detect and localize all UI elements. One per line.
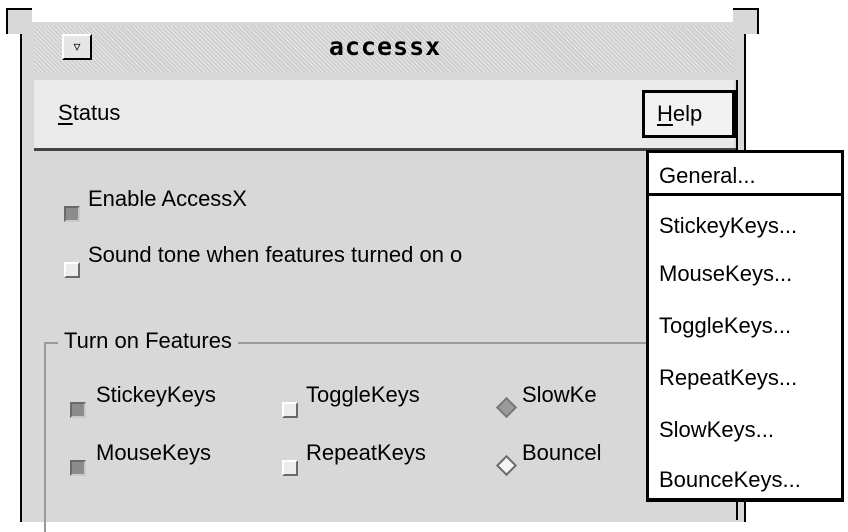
menu-help[interactable]: Help: [642, 90, 736, 138]
menu-status-mnemonic: S: [58, 100, 73, 125]
enable-accessx-checkbox[interactable]: [64, 206, 80, 222]
window-menu-icon: ▿: [73, 38, 81, 54]
help-item-repeatkeys[interactable]: RepeatKeys...: [659, 365, 797, 391]
stickeykeys-label: StickeyKeys: [96, 382, 216, 407]
resize-handle-top-right[interactable]: [733, 8, 759, 34]
help-dropdown-menu: General... StickeyKeys... MouseKeys... T…: [646, 150, 844, 502]
mousekeys-checkbox[interactable]: [70, 460, 86, 476]
bouncekeys-label: Bouncel: [522, 440, 602, 465]
togglekeys-checkbox[interactable]: [282, 402, 298, 418]
menu-bar: [34, 80, 734, 150]
help-item-slowkeys[interactable]: SlowKeys...: [659, 417, 774, 443]
help-item-general[interactable]: General...: [659, 163, 756, 189]
help-item-togglekeys[interactable]: ToggleKeys...: [659, 313, 791, 339]
help-item-bouncekeys[interactable]: BounceKeys...: [659, 467, 801, 493]
menu-help-mnemonic: H: [657, 101, 673, 126]
features-group-title: Turn on Features: [58, 328, 238, 354]
enable-accessx-label: Enable AccessX: [88, 186, 247, 211]
window-menu-button[interactable]: ▿: [62, 34, 92, 60]
help-item-stickeykeys[interactable]: StickeyKeys...: [659, 213, 797, 239]
mousekeys-label: MouseKeys: [96, 440, 211, 465]
help-item-mousekeys[interactable]: MouseKeys...: [659, 261, 792, 287]
togglekeys-label: ToggleKeys: [306, 382, 420, 407]
menu-help-label: elp: [672, 101, 703, 126]
sound-tone-checkbox[interactable]: [64, 262, 80, 278]
repeatkeys-label: RepeatKeys: [306, 440, 426, 465]
sound-tone-label: Sound tone when features turned on o: [88, 242, 463, 267]
slowkeys-label: SlowKe: [522, 382, 597, 407]
repeatkeys-checkbox[interactable]: [282, 460, 298, 476]
window-title: accessx: [328, 32, 442, 61]
menu-status[interactable]: Status: [58, 100, 120, 126]
features-groupbox: [44, 342, 734, 532]
help-menu-separator: [649, 193, 841, 196]
menu-status-label: tatus: [72, 100, 121, 125]
stickeykeys-checkbox[interactable]: [70, 402, 86, 418]
resize-handle-top-left[interactable]: [6, 8, 32, 34]
